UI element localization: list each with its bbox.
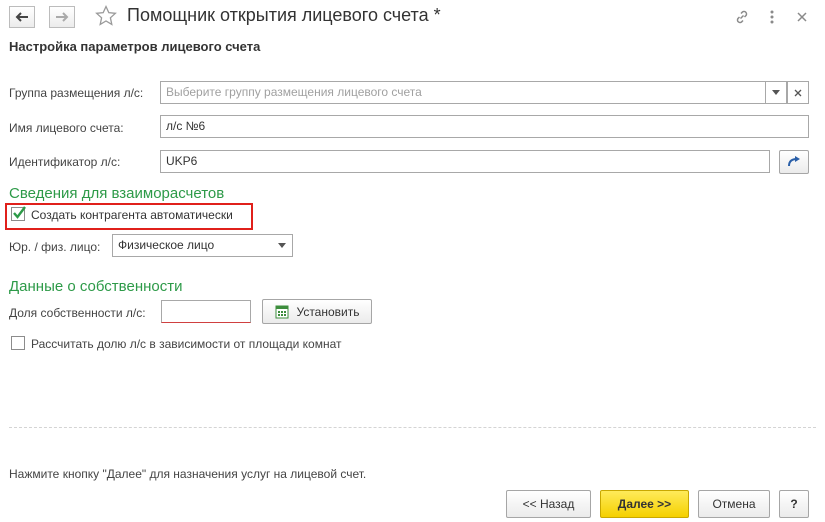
- next-button[interactable]: Далее >>: [600, 490, 689, 518]
- forward-nav-button[interactable]: [49, 6, 75, 28]
- close-icon[interactable]: [793, 8, 811, 26]
- entity-type-select[interactable]: Физическое лицо: [112, 234, 293, 257]
- back-nav-button[interactable]: [9, 6, 35, 28]
- link-icon[interactable]: [733, 8, 751, 26]
- share-field[interactable]: [161, 300, 251, 323]
- entity-type-label: Юр. / физ. лицо:: [9, 240, 101, 254]
- group-placeholder: Выберите группу размещения лицевого счет…: [166, 85, 422, 99]
- group-dropdown-button[interactable]: [765, 81, 787, 104]
- clear-x-icon: [794, 89, 802, 96]
- identifier-label: Идентификатор л/с:: [9, 155, 121, 169]
- caret-down-icon: [278, 243, 286, 248]
- account-name-label: Имя лицевого счета:: [9, 121, 124, 135]
- footer-hint: Нажмите кнопку "Далее" для назначения ус…: [9, 467, 367, 481]
- checkmark-icon: [13, 206, 26, 219]
- set-share-button[interactable]: Установить: [262, 299, 372, 324]
- more-options-icon[interactable]: [763, 8, 781, 26]
- curved-arrow-icon: [788, 156, 800, 167]
- caret-down-icon: [772, 90, 780, 95]
- settlements-heading: Сведения для взаиморасчетов: [9, 185, 225, 202]
- share-label: Доля собственности л/с:: [9, 306, 146, 320]
- arrow-left-icon: [15, 12, 28, 22]
- entity-type-value: Физическое лицо: [118, 238, 215, 252]
- footer-divider: [9, 427, 816, 428]
- auto-create-label[interactable]: Создать контрагента автоматически: [31, 208, 233, 222]
- help-button[interactable]: ?: [779, 490, 809, 518]
- calc-by-area-checkbox[interactable]: [11, 336, 25, 350]
- group-field[interactable]: Выберите группу размещения лицевого счет…: [160, 81, 766, 104]
- cancel-button[interactable]: Отмена: [698, 490, 770, 518]
- back-button[interactable]: << Назад: [506, 490, 591, 518]
- set-share-button-label: Установить: [296, 304, 360, 319]
- calc-by-area-label[interactable]: Рассчитать долю л/с в зависимости от пло…: [31, 337, 341, 351]
- auto-create-checkbox[interactable]: [11, 206, 26, 221]
- identifier-field[interactable]: UKP6: [160, 150, 770, 173]
- calculator-icon: [275, 305, 288, 318]
- window-title: Помощник открытия лицевого счета *: [127, 5, 441, 25]
- group-label: Группа размещения л/с:: [9, 86, 144, 100]
- account-name-field[interactable]: л/с №6: [160, 115, 809, 138]
- identifier-go-button[interactable]: [779, 150, 809, 174]
- group-clear-button[interactable]: [787, 81, 809, 104]
- section-title: Настройка параметров лицевого счета: [9, 39, 261, 54]
- favorite-star-icon[interactable]: [94, 4, 118, 28]
- ownership-heading: Данные о собственности: [9, 278, 183, 295]
- arrow-right-icon: [56, 12, 69, 22]
